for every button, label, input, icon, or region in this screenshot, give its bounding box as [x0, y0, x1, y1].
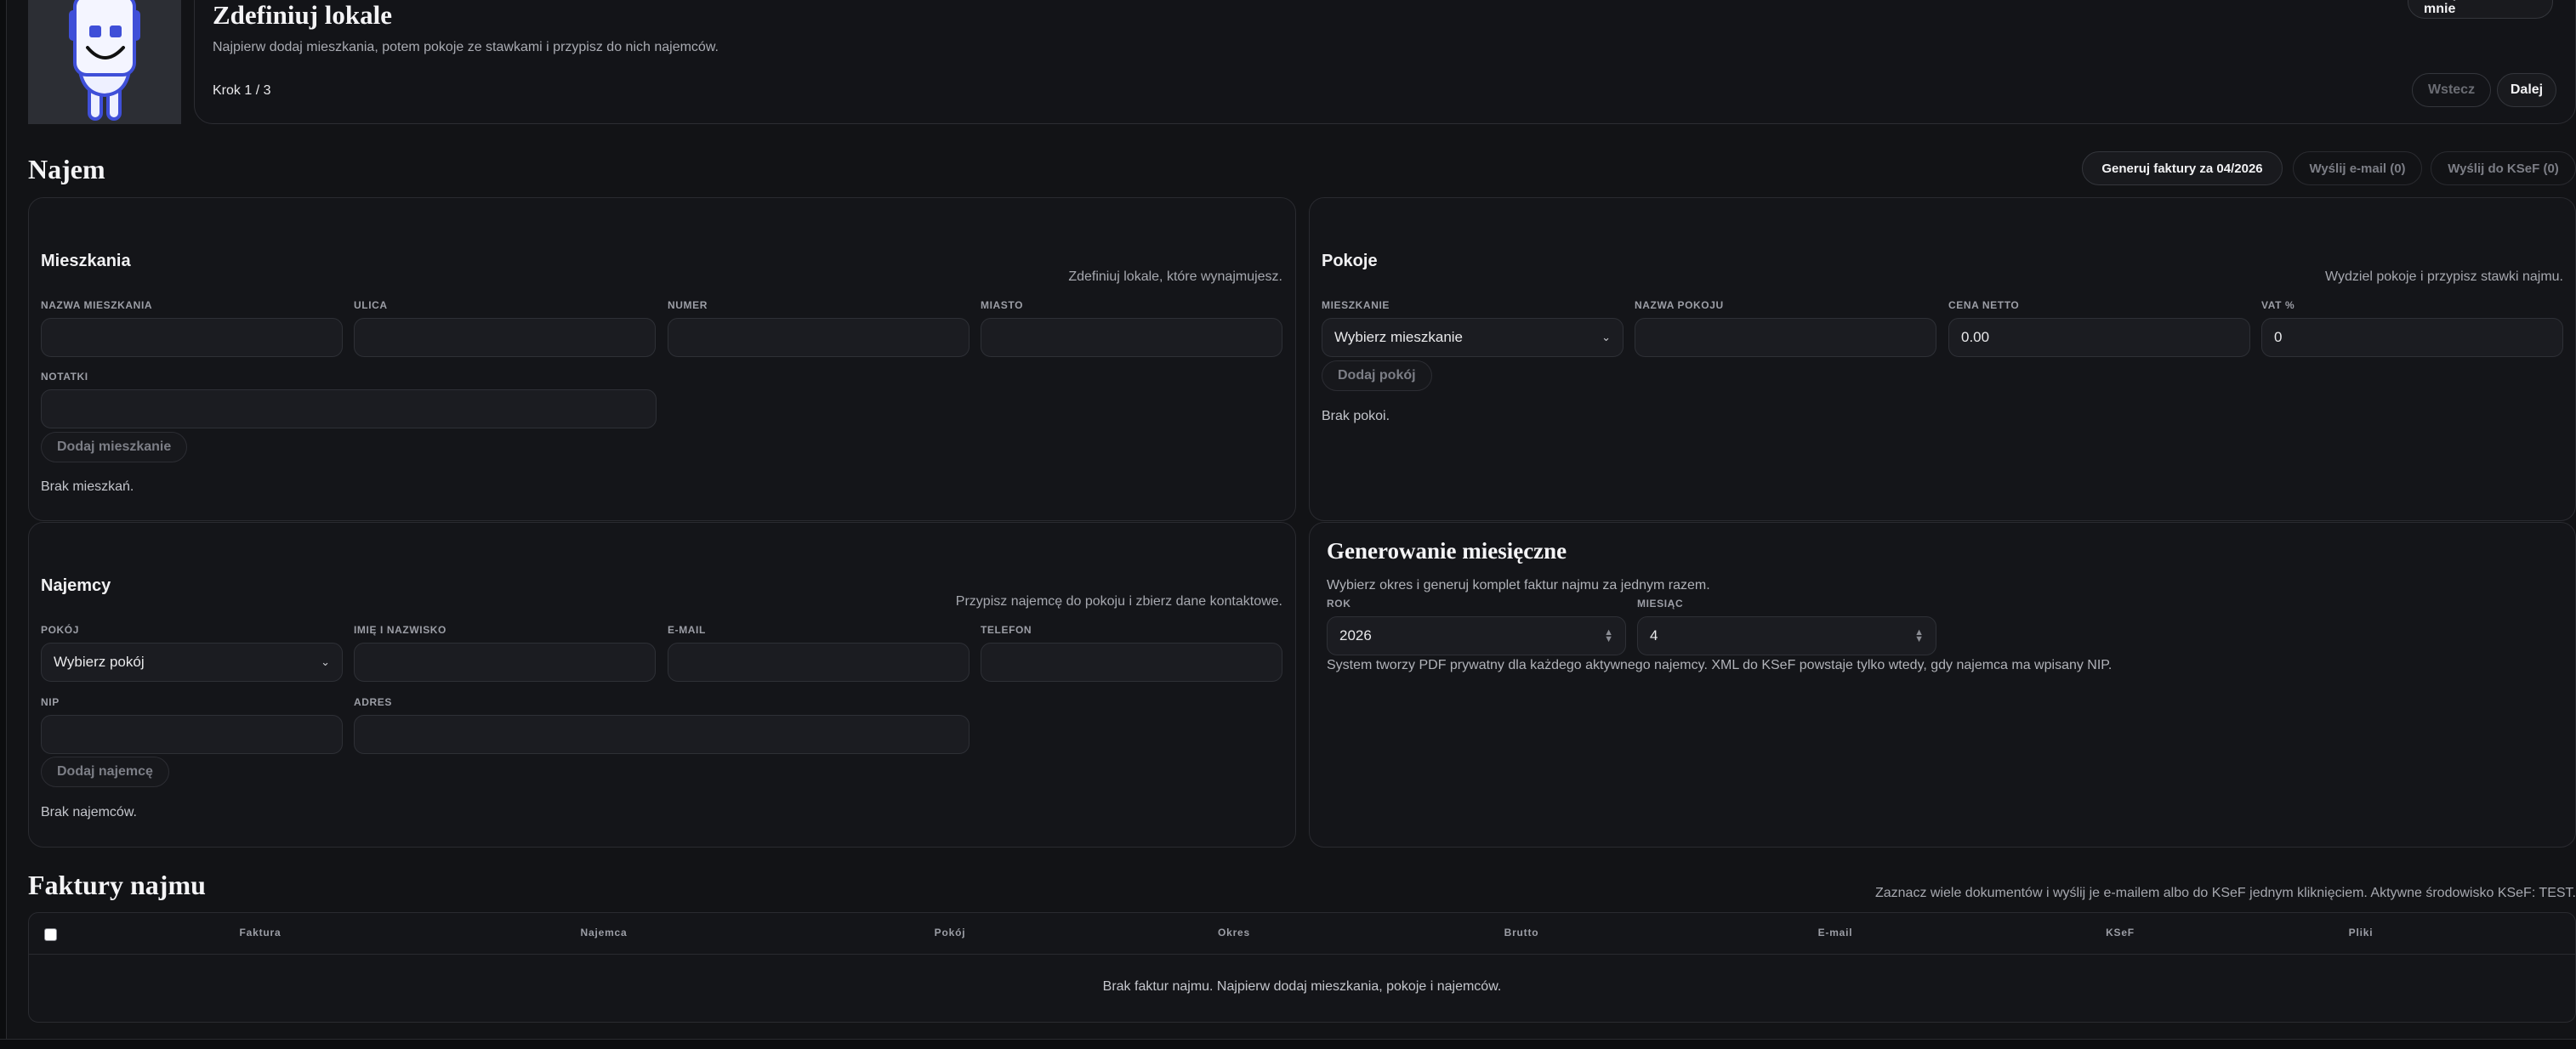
apartment-name-input[interactable] [41, 318, 343, 357]
room-apartment-select-value: Wybierz mieszkanie [1334, 329, 1463, 345]
apartment-name-label: Nazwa mieszkania [41, 299, 153, 311]
street-label: Ulica [354, 299, 388, 311]
tenant-nip-label: NIP [41, 696, 60, 708]
vat-input[interactable]: 0 [2261, 318, 2563, 357]
chevron-down-icon: ⌄ [1601, 331, 1611, 343]
room-apartment-label: Mieszkanie [1322, 299, 1390, 311]
add-room-button[interactable]: Dodaj pokój [1322, 360, 1432, 391]
city-input[interactable] [981, 318, 1282, 357]
tenants-title: Najemcy [41, 576, 111, 595]
column-header-files[interactable]: Pliki [2349, 927, 2374, 938]
assistant-avatar [28, 0, 181, 124]
tenant-room-select-value: Wybierz pokój [54, 654, 145, 670]
tenant-room-select[interactable]: Wybierz pokój ⌄ [41, 643, 343, 682]
invoices-hint: Zaznacz wiele dokumentów i wyślij je e-m… [1874, 886, 2576, 900]
rooms-empty-state: Brak pokoi. [1322, 409, 1390, 423]
vat-value: 0 [2274, 329, 2283, 345]
column-header-room[interactable]: Pokój [935, 927, 966, 938]
tenant-name-label: Imię i nazwisko [354, 624, 446, 636]
table-header-divider [29, 954, 2575, 955]
tenant-phone-label: Telefon [981, 624, 1032, 636]
window-bottom-edge [0, 1039, 2576, 1049]
net-price-value: 0.00 [1961, 329, 1990, 345]
monthly-generation-title: Generowanie miesięczne [1327, 538, 1567, 564]
tenant-phone-input[interactable] [981, 643, 1282, 682]
net-price-label: Cena netto [1948, 299, 2020, 311]
column-header-invoice[interactable]: Faktura [240, 927, 281, 938]
send-email-button[interactable]: Wyślij e-mail (0) [2293, 151, 2422, 185]
column-header-period[interactable]: Okres [1218, 927, 1250, 938]
tenants-card [28, 522, 1296, 848]
year-stepper[interactable]: 2026 ▲ ▼ [1327, 616, 1626, 655]
invoices-table [28, 912, 2576, 1023]
column-header-email[interactable]: E-mail [1818, 927, 1853, 938]
rooms-card [1309, 197, 2576, 521]
room-name-label: Nazwa pokoju [1635, 299, 1724, 311]
monthly-generation-note: System tworzy PDF prywatny dla każdego a… [1327, 658, 2113, 672]
column-header-tenant[interactable]: Najemca [581, 927, 628, 938]
apartments-card [28, 197, 1296, 521]
generate-invoices-button[interactable]: Generuj faktury za 04/2026 [2082, 151, 2283, 185]
onboarding-wizard [194, 0, 2576, 124]
wizard-step-indicator: Krok 1 / 3 [213, 83, 271, 98]
column-header-gross[interactable]: Brutto [1504, 927, 1539, 938]
net-price-input[interactable]: 0.00 [1948, 318, 2250, 357]
window-left-edge [0, 0, 7, 1049]
year-value: 2026 [1339, 627, 1372, 644]
apartments-title: Mieszkania [41, 252, 131, 270]
monthly-generation-card [1309, 522, 2576, 848]
city-label: Miasto [981, 299, 1024, 311]
add-tenant-button[interactable]: Dodaj najemcę [41, 757, 169, 787]
month-stepper[interactable]: 4 ▲ ▼ [1637, 616, 1936, 655]
number-input[interactable] [668, 318, 970, 357]
year-label: Rok [1327, 598, 1351, 610]
notes-input[interactable] [41, 389, 657, 428]
tenant-address-input[interactable] [354, 715, 970, 754]
send-ksef-button[interactable]: Wyślij do KSeF (0) [2431, 151, 2576, 185]
select-all-checkbox[interactable] [44, 928, 57, 941]
vat-label: VAT % [2261, 299, 2295, 311]
stepper-arrows-icon[interactable]: ▲ ▼ [1914, 628, 1924, 644]
rental-heading: Najem [28, 154, 105, 184]
tenant-email-label: E-mail [668, 624, 706, 636]
notes-label: Notatki [41, 371, 88, 383]
apartments-empty-state: Brak mieszkań. [41, 479, 134, 494]
tenant-room-label: Pokój [41, 624, 80, 636]
rooms-title: Pokoje [1322, 252, 1378, 270]
next-button[interactable]: Dalej [2497, 73, 2556, 107]
tenant-address-label: Adres [354, 696, 393, 708]
column-header-ksef[interactable]: KSeF [2106, 927, 2135, 938]
back-button[interactable]: Wstecz [2412, 73, 2491, 107]
tenant-email-input[interactable] [668, 643, 970, 682]
apartments-hint: Zdefiniuj lokale, które wynajmujesz. [1068, 269, 1282, 284]
tenants-empty-state: Brak najemców. [41, 805, 137, 819]
room-name-input[interactable] [1635, 318, 1936, 357]
tenants-hint: Przypisz najemcę do pokoju i zbierz dane… [955, 594, 1282, 609]
chevron-down-icon: ⌄ [321, 655, 330, 668]
guide-me-button[interactable]: Przeprowadź mnie [2408, 0, 2553, 19]
number-label: Numer [668, 299, 708, 311]
stepper-arrows-icon[interactable]: ▲ ▼ [1604, 628, 1613, 644]
monthly-generation-subtitle: Wybierz okres i generuj komplet faktur n… [1327, 578, 1710, 593]
tenant-nip-input[interactable] [41, 715, 343, 754]
month-value: 4 [1650, 627, 1658, 644]
room-apartment-select[interactable]: Wybierz mieszkanie ⌄ [1322, 318, 1624, 357]
rooms-hint: Wydziel pokoje i przypisz stawki najmu. [2325, 269, 2563, 284]
street-input[interactable] [354, 318, 656, 357]
invoices-heading: Faktury najmu [28, 870, 206, 900]
tenant-name-input[interactable] [354, 643, 656, 682]
month-label: Miesiąc [1637, 598, 1684, 610]
add-apartment-button[interactable]: Dodaj mieszkanie [41, 432, 188, 462]
wizard-subtitle: Najpierw dodaj mieszkania, potem pokoje … [213, 40, 719, 54]
wizard-title: Zdefiniuj lokale [213, 0, 393, 30]
invoices-empty-state: Brak faktur najmu. Najpierw dodaj mieszk… [1102, 979, 1502, 994]
robot-icon [69, 0, 140, 121]
